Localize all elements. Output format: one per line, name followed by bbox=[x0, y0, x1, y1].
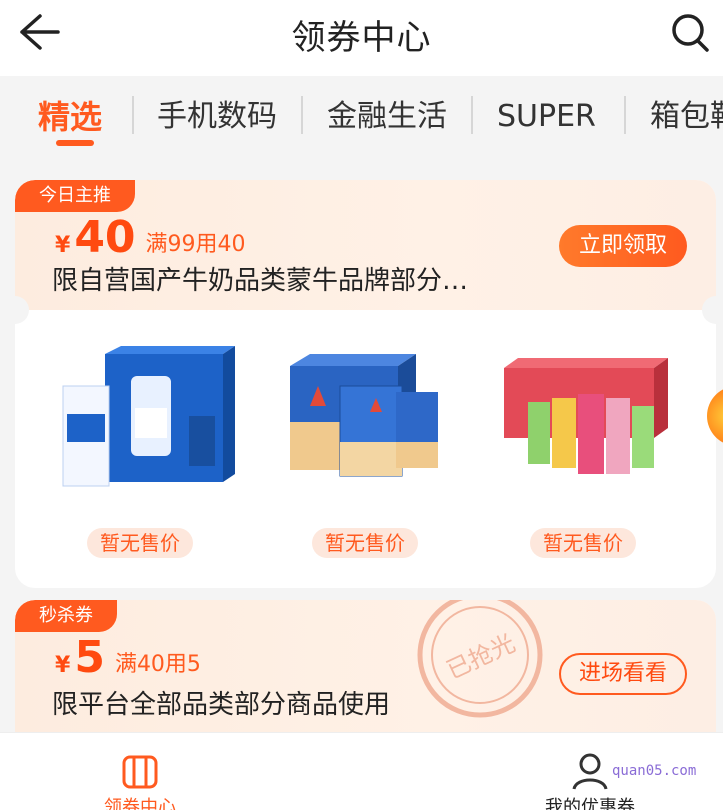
nav-label: 领券中心 bbox=[104, 797, 176, 810]
product-item[interactable]: 暂无售价 bbox=[260, 310, 470, 580]
coupon-amount: ¥ 40 满99用40 bbox=[55, 206, 246, 266]
tab-finance[interactable]: 金融生活 bbox=[327, 92, 447, 142]
price-tag: 暂无售价 bbox=[87, 528, 193, 558]
nav-coupon-center[interactable]: 领券中心 bbox=[70, 751, 210, 810]
tab-featured[interactable]: 精选 bbox=[38, 92, 102, 142]
tab-super[interactable]: SUPER bbox=[497, 92, 596, 142]
tab-divider bbox=[624, 96, 626, 134]
price-tag: 暂无售价 bbox=[530, 528, 636, 558]
nav-my-coupons[interactable]: 我的优惠券 bbox=[520, 751, 660, 810]
coupon-condition: 满99用40 bbox=[145, 232, 246, 257]
stamp-text: 已抢光 bbox=[442, 629, 519, 685]
watermark: quan05.com bbox=[612, 763, 697, 779]
coupon-card: 已抢光 秒杀券 ¥ 5 满40用5 限平台全部品类部分商品使用 进场看看 bbox=[15, 600, 716, 732]
product-list: 暂无售价 暂无售价 暂无售价 bbox=[15, 310, 716, 580]
coupon-header: 已抢光 秒杀券 ¥ 5 满40用5 限平台全部品类部分商品使用 进场看看 bbox=[15, 600, 716, 732]
coupon-card: 今日主推 ¥ 40 满99用40 限自营国产牛奶品类蒙牛品牌部分… 立即领取 暂… bbox=[15, 180, 716, 588]
tab-divider bbox=[132, 96, 134, 134]
milk-gift-box-image bbox=[62, 346, 235, 487]
price-tag: 暂无售价 bbox=[312, 528, 418, 558]
coupon-value: 40 bbox=[74, 212, 136, 263]
coupon-description: 限平台全部品类部分商品使用 bbox=[52, 690, 391, 720]
juice-gift-box-image bbox=[504, 358, 668, 474]
category-tabs: 精选 手机数码 金融生活 SUPER 箱包鞋 bbox=[0, 76, 723, 160]
coupon-value: 5 bbox=[74, 632, 105, 683]
coupon-amount: ¥ 5 满40用5 bbox=[55, 626, 201, 686]
currency-symbol: ¥ bbox=[55, 653, 71, 678]
tab-bags-shoes[interactable]: 箱包鞋 bbox=[650, 92, 723, 142]
claim-button[interactable]: 立即领取 bbox=[559, 225, 687, 267]
coupon-header: 今日主推 ¥ 40 满99用40 限自营国产牛奶品类蒙牛品牌部分… 立即领取 bbox=[15, 180, 716, 324]
top-bar: 领券中心 bbox=[0, 0, 723, 76]
product-item[interactable]: 暂无售价 bbox=[35, 310, 245, 580]
currency-symbol: ¥ bbox=[55, 233, 71, 258]
tab-divider bbox=[471, 96, 473, 134]
sold-out-stamp-icon: 已抢光 bbox=[417, 600, 543, 718]
tab-divider bbox=[301, 96, 303, 134]
search-icon[interactable] bbox=[669, 10, 713, 54]
active-tab-indicator bbox=[56, 140, 94, 146]
coupon-condition: 满40用5 bbox=[114, 652, 201, 677]
user-coupon-icon bbox=[572, 753, 608, 790]
coupon-center-icon bbox=[122, 755, 158, 789]
product-item[interactable]: 暂无售价 bbox=[478, 310, 688, 580]
enter-button[interactable]: 进场看看 bbox=[559, 653, 687, 695]
page-title: 领券中心 bbox=[291, 18, 432, 58]
nav-label: 我的优惠券 bbox=[545, 797, 635, 810]
tab-digital[interactable]: 手机数码 bbox=[157, 92, 277, 142]
coupon-description: 限自营国产牛奶品类蒙牛品牌部分… bbox=[52, 266, 469, 296]
pure-milk-box-image bbox=[290, 354, 438, 477]
